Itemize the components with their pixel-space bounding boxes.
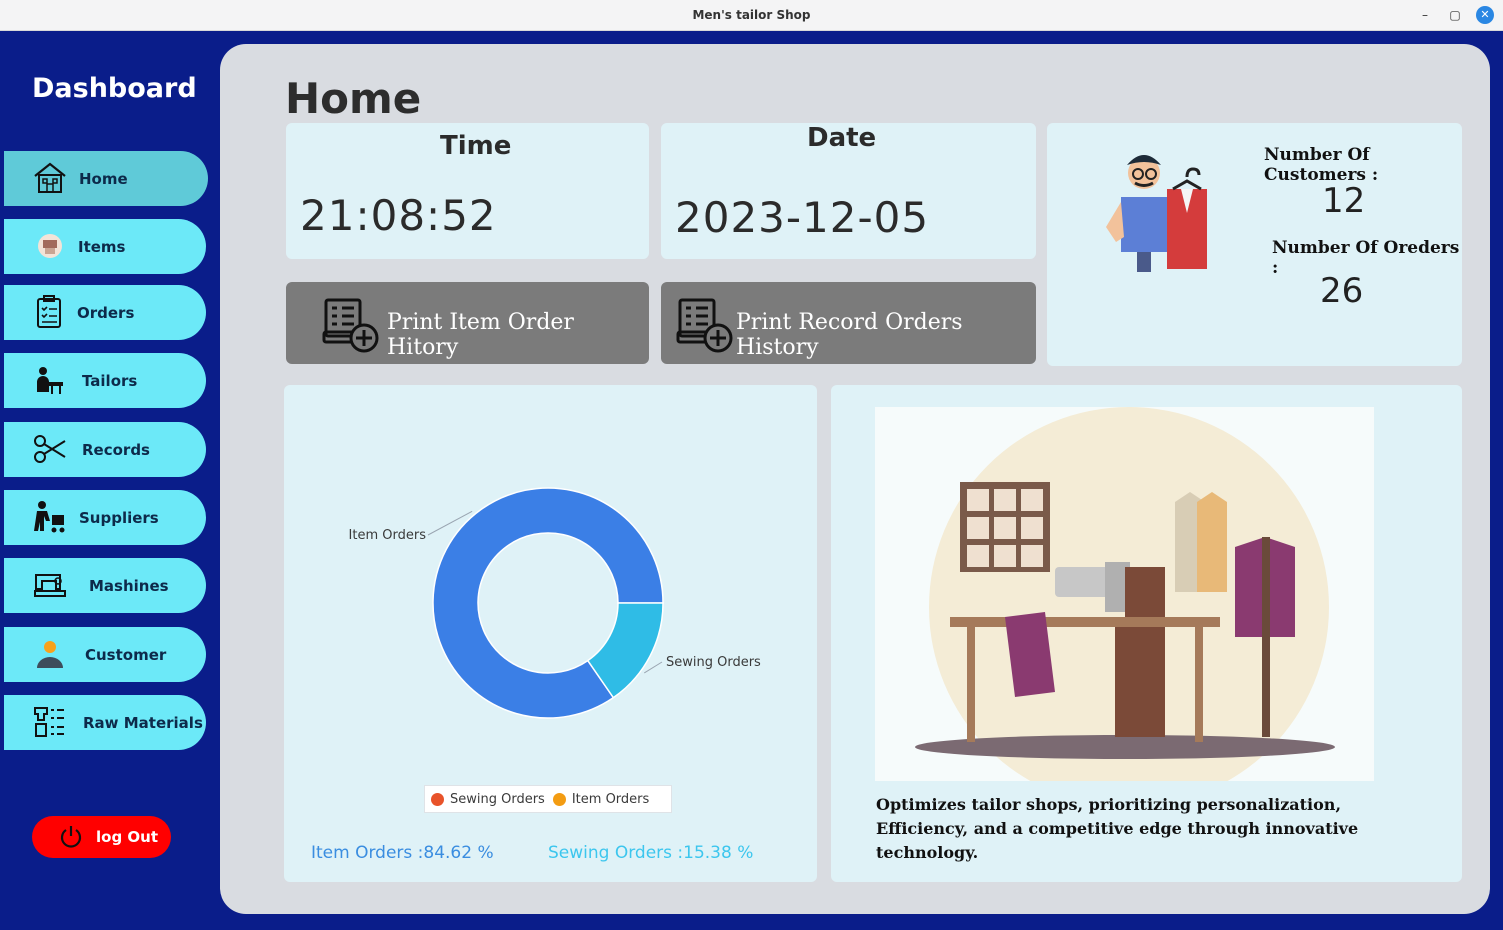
sidebar-item-label: Customer [85,646,167,664]
label-leader-sewing [644,661,663,674]
raw-materials-icon [34,707,64,737]
sidebar-item-label: Items [78,238,126,256]
sidebar-item-label: Home [79,170,128,188]
orders-donut-chart: Item Orders Sewing Orders [349,487,761,719]
time-value: 21:08:52 [300,191,497,240]
sidebar-item-label: Mashines [89,577,169,595]
description-line: Efficiency, and a competitive edge throu… [876,819,1359,862]
sidebar-item-raw-materials[interactable]: Raw Materials [4,695,206,750]
sidebar-item-label: Orders [77,304,135,322]
sidebar-item-label: Records [82,441,150,459]
logout-label: log Out [96,828,159,846]
scissors-icon [34,435,66,463]
print-history-icon [322,298,379,353]
sewing-machine-icon [34,574,66,597]
time-label: Time [440,131,512,161]
customers-value: 12 [1322,181,1366,221]
sidebar-item-records[interactable]: Records [4,422,206,477]
date-card: Date 2023-12-05 [661,123,1036,259]
sidebar: Dashboard Home Items Orders Tailors Reco… [4,31,220,930]
tailor-illustration [1106,155,1207,272]
dashboard-title: Dashboard [32,73,197,104]
home-icon [34,162,66,193]
chart-card: Item Orders Sewing Orders Sewing Orders … [284,385,817,882]
item-orders-percentage: Item Orders :84.62 % [311,843,494,863]
slice-label-sewing-orders: Sewing Orders [666,655,761,670]
legend-item-sewing: Sewing Orders [431,792,545,807]
slice-label-item-orders: Item Orders [349,528,427,543]
power-icon [60,826,82,848]
legend-label: Sewing Orders [450,791,545,807]
chart-legend: Sewing Orders Item Orders [424,785,672,813]
sidebar-item-machines[interactable]: Mashines [4,558,206,613]
sidebar-item-orders[interactable]: Orders [4,285,206,340]
time-card: Time 21:08:52 [286,123,649,259]
maximize-button[interactable]: ▢ [1446,6,1464,24]
tailor-icon [37,367,63,394]
window-title: Men's tailor Shop [692,8,811,22]
sidebar-item-items[interactable]: Items [4,219,206,274]
print-record-orders-history-button[interactable]: Print Record Orders History [661,282,1036,364]
legend-item-item: Item Orders [552,791,650,807]
items-icon [38,234,62,258]
print-history-icon [676,298,733,353]
print-item-order-history-button[interactable]: Print Item Order Hitory [286,282,649,364]
date-value: 2023-12-05 [675,193,930,242]
sidebar-item-label: Raw Materials [83,714,203,732]
page-title: Home [285,74,422,123]
sidebar-item-suppliers[interactable]: Suppliers [4,490,206,545]
date-label: Date [807,123,877,153]
sidebar-item-label: Suppliers [79,509,159,527]
sidebar-item-customer[interactable]: Customer [4,627,206,682]
sidebar-item-tailors[interactable]: Tailors [4,353,206,408]
orders-value: 26 [1320,271,1364,311]
sewing-orders-percentage: Sewing Orders :15.38 % [548,843,754,863]
shop-description: Optimizes tailor shops, prioritizing per… [876,793,1462,865]
legend-dot [431,792,444,806]
sidebar-item-label: Tailors [82,372,138,390]
customers-label: Number Of Customers : [1264,145,1379,185]
minimize-button[interactable]: – [1416,6,1434,24]
print-record-orders-history-label: Print Record Orders History [736,310,963,360]
description-line: Optimizes tailor shops, prioritizing per… [876,795,1342,814]
main-panel: Home Time 21:08:52 Date 2023-12-05 Print… [220,44,1490,914]
close-button[interactable]: ✕ [1476,6,1494,24]
tailor-shop-illustration [875,407,1374,781]
stats-card: Number Of Customers : 12 Number Of Orede… [1047,123,1462,366]
customer-icon [37,641,63,668]
orders-label: Number Of Oreders : [1272,238,1460,278]
print-item-order-history-label: Print Item Order Hitory [387,310,574,360]
legend-label: Item Orders [571,791,650,807]
orders-icon [37,295,61,328]
sidebar-item-home[interactable]: Home [4,151,208,206]
logout-button[interactable]: log Out [32,816,171,858]
window-titlebar: Men's tailor Shop – ▢ ✕ [0,0,1503,31]
illustration-card: Optimizes tailor shops, prioritizing per… [831,385,1462,882]
supplier-icon [34,501,65,533]
legend-dot [552,792,566,806]
